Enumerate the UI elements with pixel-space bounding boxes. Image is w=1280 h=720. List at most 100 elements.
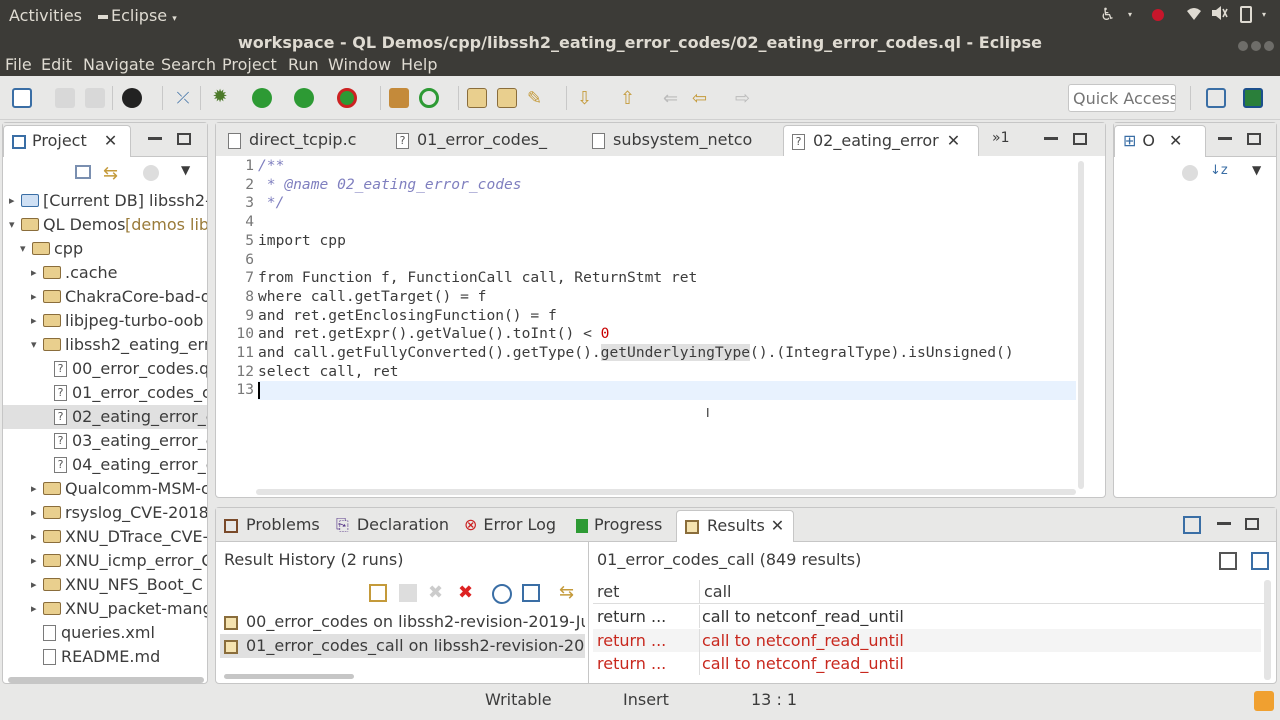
tree-item[interactable]: ▸ .cache [3, 261, 207, 285]
collapse-arrow-icon[interactable]: ▸ [31, 285, 37, 309]
menu-file[interactable]: File [5, 55, 32, 74]
previous-annotation-icon[interactable]: ⇧ [620, 88, 640, 109]
open-perspective-icon[interactable] [1206, 88, 1226, 108]
collapse-arrow-icon[interactable]: ▸ [31, 261, 37, 285]
tab-declaration[interactable]: ⎘ Declaration [328, 510, 456, 542]
tree-item[interactable]: ▸ [Current DB] libssh2- [3, 189, 207, 213]
save-icon[interactable] [55, 88, 75, 108]
tab-project[interactable]: Project ✕ [3, 125, 131, 157]
tab-results[interactable]: Results ✕ [676, 510, 794, 542]
menu-project[interactable]: Project [222, 55, 277, 74]
minimize-icon[interactable] [148, 137, 162, 140]
new-icon[interactable] [12, 88, 32, 108]
collapse-all-icon[interactable] [75, 165, 91, 179]
volume-icon[interactable] [1210, 5, 1228, 25]
stop-icon[interactable] [399, 584, 417, 602]
menu-run[interactable]: Run [288, 55, 319, 74]
open-resource-icon[interactable] [497, 88, 517, 108]
new-java-package-icon[interactable] [389, 88, 409, 108]
tab-progress[interactable]: Progress [568, 510, 676, 542]
history-icon[interactable] [492, 584, 512, 604]
expand-arrow-icon[interactable]: ▾ [9, 213, 15, 237]
tree-item[interactable]: ▸ ChakraCore-bad-ov [3, 285, 207, 309]
tree-item[interactable]: queries.xml [3, 621, 207, 645]
maximize-icon[interactable] [1247, 133, 1261, 145]
history-item[interactable]: 00_error_codes on libssh2-revision-2019-… [220, 610, 585, 634]
tab-error-log[interactable]: ⊗ Error Log [456, 510, 568, 542]
wifi-icon[interactable] [1186, 6, 1202, 25]
search-icon[interactable]: ✎ [527, 88, 547, 109]
skip-breakpoints-icon[interactable]: ⤫ [173, 88, 193, 108]
sync-icon[interactable]: ⇆ [559, 582, 574, 603]
results-vscrollbar[interactable] [1264, 580, 1271, 680]
history-hscrollbar[interactable] [224, 674, 354, 679]
run-coverage-icon[interactable] [294, 88, 314, 108]
tree-item[interactable]: ▸ XNU_packet-mangl [3, 597, 207, 621]
minimize-icon[interactable] [1218, 137, 1232, 140]
save-all-icon[interactable] [85, 88, 105, 108]
rss-icon[interactable] [1254, 691, 1274, 711]
menu-help[interactable]: Help [401, 55, 437, 74]
tree-item[interactable]: ▸ XNU_DTrace_CVE- [3, 525, 207, 549]
last-edit-icon[interactable]: ⇐ [663, 88, 683, 109]
external-tools-icon[interactable] [337, 88, 357, 108]
table-view-icon[interactable] [1219, 552, 1237, 570]
maximize-icon[interactable] [1073, 133, 1087, 145]
cell-ret[interactable]: return ... [597, 652, 666, 675]
compare-icon[interactable] [369, 584, 387, 602]
tab-02-eating-error[interactable]: ? 02_eating_error ✕ [783, 125, 979, 157]
cell-call[interactable]: call to netconf_read_until [702, 629, 904, 652]
menu-navigate[interactable]: Navigate [83, 55, 155, 74]
table-row[interactable]: return ... call to netconf_read_until [593, 652, 1261, 675]
accessibility-icon[interactable]: ♿ [1100, 5, 1115, 25]
back-icon[interactable]: ⇦ [692, 88, 712, 109]
editor-hscrollbar[interactable] [256, 489, 1076, 495]
tree-item[interactable]: ▸ XNU_icmp_error_C [3, 549, 207, 573]
quick-access-input[interactable] [1068, 84, 1176, 112]
next-annotation-icon[interactable]: ⇩ [577, 88, 597, 109]
collapse-arrow-icon[interactable]: ▸ [31, 525, 37, 549]
tab-problems[interactable]: Problems [216, 510, 326, 542]
expand-arrow-icon[interactable]: ▾ [20, 237, 26, 261]
collapse-arrow-icon[interactable]: ▸ [31, 597, 37, 621]
tree-item[interactable]: ▸ rsyslog_CVE-2018- [3, 501, 207, 525]
remove-icon[interactable]: ✖ [428, 582, 443, 603]
tree-item[interactable]: ▸ Qualcomm-MSM-co [3, 477, 207, 501]
ql-icon[interactable] [122, 88, 142, 108]
tree-item[interactable]: ▸ libjpeg-turbo-oob [3, 309, 207, 333]
activities-button[interactable]: Activities [9, 6, 82, 25]
tree-item[interactable]: ? 01_error_codes_c [3, 381, 207, 405]
remove-all-icon[interactable]: ✖ [458, 582, 473, 603]
tree-item[interactable]: ▾ QL Demos [demos lib [3, 213, 207, 237]
ql-perspective-icon[interactable] [1243, 88, 1263, 108]
debug-icon[interactable]: ✹ [210, 88, 230, 108]
menu-search[interactable]: Search [161, 55, 216, 74]
tree-item[interactable]: ▸ XNU_NFS_Boot_C [3, 573, 207, 597]
tab-direct-tcpip[interactable]: direct_tcpip.c [220, 125, 388, 157]
cell-ret[interactable]: return ... [597, 605, 666, 628]
menu-window[interactable]: Window [328, 55, 391, 74]
view-menu-icon[interactable]: ▼ [1252, 163, 1261, 177]
filter-icon[interactable] [1182, 165, 1198, 181]
tree-item[interactable]: README.md [3, 645, 207, 669]
app-menu[interactable]: Eclipse ▾ [98, 6, 177, 25]
refresh-icon[interactable] [419, 88, 439, 108]
close-icon[interactable]: ✕ [104, 131, 117, 150]
minimize-window-icon[interactable] [1238, 41, 1248, 51]
forward-icon[interactable]: ⇨ [735, 88, 755, 109]
tree-view-icon[interactable] [1251, 552, 1269, 570]
open-console-icon[interactable] [1183, 516, 1201, 534]
maximize-icon[interactable] [177, 133, 191, 145]
tree-item[interactable]: ▾ libssh2_eating_err [3, 333, 207, 357]
tree-item[interactable]: ▾ cpp [3, 237, 207, 261]
sort-az-icon[interactable]: ↓z [1210, 163, 1228, 178]
minimize-icon[interactable] [1217, 522, 1231, 525]
cell-call[interactable]: call to netconf_read_until [702, 605, 904, 628]
battery-icon[interactable] [1240, 6, 1252, 23]
collapse-arrow-icon[interactable]: ▸ [31, 573, 37, 597]
link-editor-icon[interactable]: ⇆ [103, 163, 118, 184]
cell-ret[interactable]: return ... [597, 629, 666, 652]
tab-outline[interactable]: ⊞ O ✕ [1114, 125, 1206, 157]
history-item[interactable]: 01_error_codes_call on libssh2-revision-… [220, 634, 585, 658]
close-icon[interactable]: ✕ [1169, 131, 1182, 150]
